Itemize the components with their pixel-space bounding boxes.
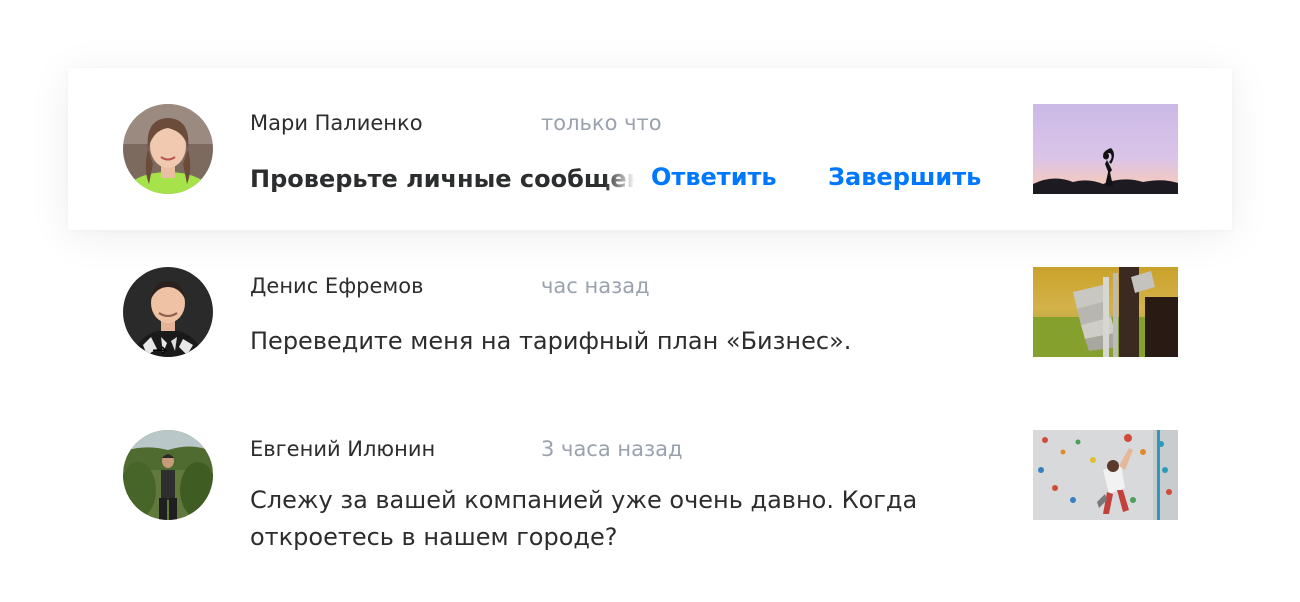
avatar-mari xyxy=(123,104,213,194)
message-text-line-1: Слежу за вашей компанией уже очень давно… xyxy=(250,486,918,514)
forward-arrow-icon: → xyxy=(152,340,168,361)
thumbnail-yoga xyxy=(1033,104,1178,194)
thumbnail-golf xyxy=(1033,267,1178,357)
finish-button[interactable]: Завершить xyxy=(828,163,981,191)
timestamp: 3 часа назад xyxy=(541,437,683,461)
sender-name: Денис Ефремов xyxy=(250,274,424,298)
sender-name: Евгений Илюнин xyxy=(250,437,436,461)
thumbnail-climbing xyxy=(1033,430,1178,520)
timestamp: только что xyxy=(541,111,662,135)
reply-button[interactable]: Ответить xyxy=(651,163,777,191)
timestamp: час назад xyxy=(541,274,650,298)
message-preview: Проверьте личные сообщения xyxy=(250,165,635,193)
sender-name: Мари Палиенко xyxy=(250,111,423,135)
avatar-denis xyxy=(123,267,213,357)
message-text-line-2: откроетесь в нашем городе? xyxy=(250,523,618,551)
message-preview-container: Проверьте личные сообщения xyxy=(250,160,635,200)
message-text: Переведите меня на тарифный план «Бизнес… xyxy=(250,327,852,355)
avatar-evgeniy xyxy=(123,430,213,520)
